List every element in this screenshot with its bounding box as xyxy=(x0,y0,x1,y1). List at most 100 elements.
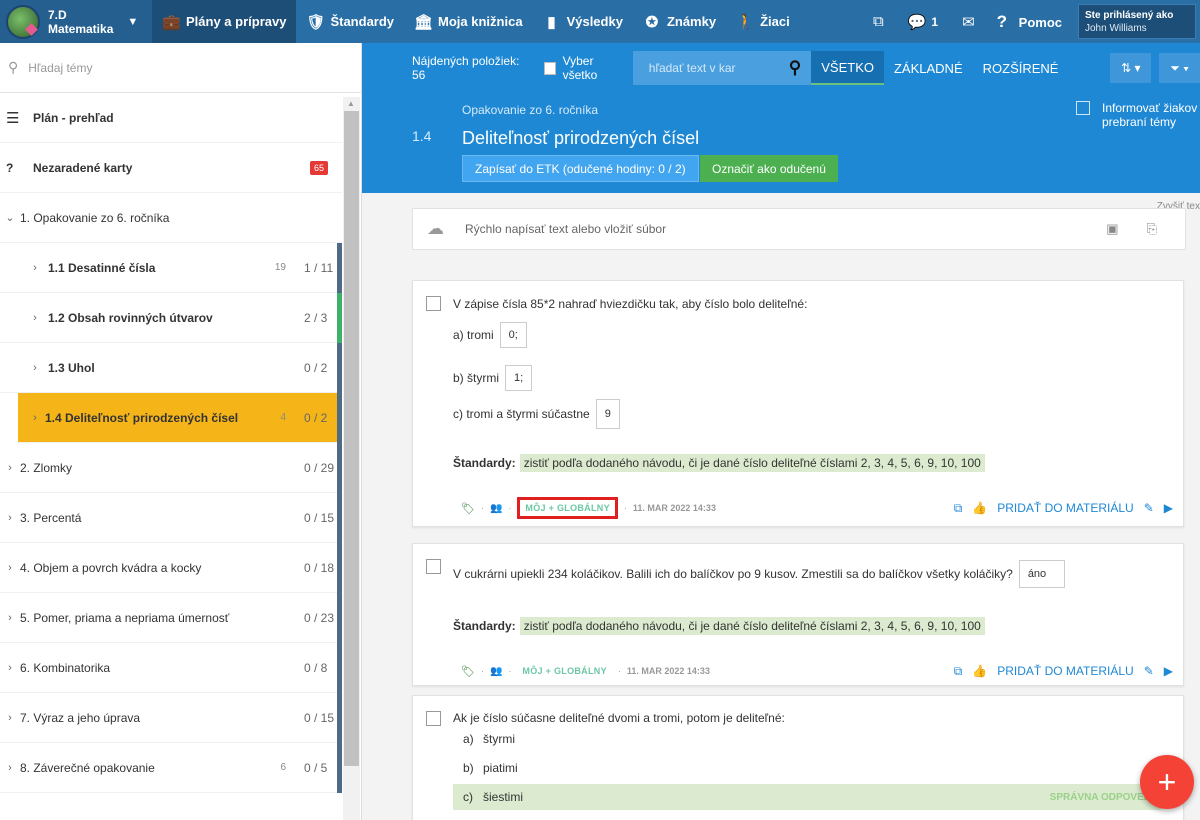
answer-field[interactable]: áno xyxy=(1018,560,1065,588)
cast-icon[interactable]: ⧉ xyxy=(954,501,963,516)
edit-icon[interactable]: ✎ xyxy=(1144,664,1154,678)
question-icon: ? xyxy=(6,160,14,175)
chevron-right-icon: › xyxy=(8,711,12,724)
standards-label: Štandardy: xyxy=(453,619,516,633)
card-search-input[interactable] xyxy=(648,61,789,75)
shield-icon: 🛡 xyxy=(306,13,326,31)
quick-input[interactable]: ☁ Rýchlo napísať text alebo vložiť súbor… xyxy=(412,208,1186,250)
cast-icon[interactable]: ⧉ xyxy=(954,664,963,679)
like-icon[interactable]: 👍 xyxy=(972,664,987,678)
play-icon[interactable]: ▶ xyxy=(1164,501,1173,515)
nav-right: ⧉ 💬 1 ✉ ? Pomoc Ste prihlásený ako John … xyxy=(861,0,1200,43)
add-to-material-button[interactable]: PRIDAŤ DO MATERIÁLU xyxy=(997,664,1133,678)
sidebar-chapter-7[interactable]: › 7. Výraz a jeho úprava 0 / 15 xyxy=(0,693,342,743)
sidebar-topic-1-2[interactable]: › 1.2 Obsah rovinných útvarov 2 / 3 xyxy=(0,293,342,343)
image-icon[interactable]: ▣ xyxy=(1106,221,1118,237)
card-checkbox[interactable] xyxy=(426,296,441,311)
help-button[interactable]: ? Pomoc xyxy=(987,12,1078,32)
answer-field[interactable]: 9 xyxy=(595,399,620,429)
edit-icon[interactable]: ✎ xyxy=(1144,501,1154,515)
sidebar-chapter-2[interactable]: › 2. Zlomky 0 / 29 xyxy=(0,443,342,493)
mark-taught-button[interactable]: Označiť ako odučenú xyxy=(700,155,838,182)
tab-all[interactable]: VŠETKO xyxy=(811,51,884,85)
sidebar-item-overview[interactable]: ☰ Plán - prehľad xyxy=(0,93,342,143)
option-row-correct[interactable]: c) šiestimi SPRÁVNA ODPOVEĎ xyxy=(453,784,1161,810)
card-date: 11. MAR 2022 14:33 xyxy=(626,666,710,676)
tab-extended[interactable]: ROZŠÍRENÉ xyxy=(973,51,1069,85)
nav-students[interactable]: 🚶 Žiaci xyxy=(726,0,800,43)
sidebar-topic-1-3[interactable]: › 1.3 Uhol 0 / 2 xyxy=(0,343,342,393)
sidebar-chapter-4[interactable]: › 4. Objem a povrch kvádra a kocky 0 / 1… xyxy=(0,543,342,593)
card-actions: ⧉ 👍 PRIDAŤ DO MATERIÁLU ✎ ▶ xyxy=(944,501,1173,516)
sidebar-list: ☰ Plán - prehľad ? Nezaradené karty 65 ⌄… xyxy=(0,93,342,793)
sidebar-item-label: Nezaradené karty xyxy=(33,160,133,175)
sidebar-chapter-8[interactable]: › 8. Záverečné opakovanie 6 0 / 5 xyxy=(0,743,342,793)
chapter-card-count: 6 xyxy=(280,762,286,773)
user-name: John Williams xyxy=(1085,23,1147,34)
card-checkbox[interactable] xyxy=(426,711,441,726)
chevron-right-icon: › xyxy=(33,311,37,324)
like-icon[interactable]: 👍 xyxy=(972,501,987,515)
messages-button[interactable]: 💬 1 xyxy=(896,13,950,31)
nav-grades[interactable]: ✪ Známky xyxy=(633,0,726,43)
checkbox-icon xyxy=(543,61,556,75)
sidebar-item-label: 1.2 Obsah rovinných útvarov xyxy=(48,310,213,325)
answer-field[interactable]: 1; xyxy=(505,365,533,391)
card-actions: ⧉ 👍 PRIDAŤ DO MATERIÁLU ✎ ▶ xyxy=(944,664,1173,679)
card-date: 11. MAR 2022 14:33 xyxy=(632,503,716,513)
class-name: 7.D xyxy=(48,7,67,22)
progress-bar xyxy=(337,493,342,543)
scroll-up-icon[interactable]: ▲ xyxy=(347,99,355,108)
progress-bar xyxy=(337,543,342,593)
sidebar-chapter-6[interactable]: › 6. Kombinatorika 0 / 8 xyxy=(0,643,342,693)
user-menu[interactable]: Ste prihlásený ako John Williams xyxy=(1078,4,1196,39)
tab-basic[interactable]: ZÁKLADNÉ xyxy=(884,51,973,85)
add-card-fab[interactable]: + xyxy=(1140,755,1194,809)
separator: · xyxy=(617,666,621,676)
sidebar-item-unsorted[interactable]: ? Nezaradené karty 65 xyxy=(0,143,342,193)
select-all-checkbox[interactable]: Vyber všetko xyxy=(543,54,623,82)
sidebar-topic-1-4[interactable]: › 1.4 Deliteľnosť prirodzených čísel 4 0… xyxy=(18,393,342,443)
sidebar-item-label: 5. Pomer, priama a nepriama úmernosť xyxy=(20,610,230,625)
sidebar-search[interactable]: ⚲ Hľadaj témy xyxy=(0,43,361,93)
filter-button[interactable]: ⏷ ▾ xyxy=(1159,53,1200,83)
attachment-icon[interactable]: ⎘ xyxy=(1147,221,1157,237)
tag-icon[interactable]: 🏷 xyxy=(461,502,475,515)
search-icon[interactable]: ⚲ xyxy=(789,58,801,78)
visibility-label[interactable]: MÔJ + GLOBÁLNY xyxy=(517,663,611,679)
nav-library[interactable]: 🏛 Moja knižnica xyxy=(404,0,533,43)
answer-field[interactable]: 0; xyxy=(499,322,527,348)
message-count: 1 xyxy=(931,14,939,29)
sidebar-chapter-1[interactable]: ⌄ 1. Opakovanie zo 6. ročníka xyxy=(0,193,342,243)
search-icon: ⚲ xyxy=(8,59,19,75)
mail-icon[interactable]: ✉ xyxy=(950,13,987,31)
add-to-material-button[interactable]: PRIDAŤ DO MATERIÁLU xyxy=(997,501,1133,515)
option-row[interactable]: a) štyrmi xyxy=(453,728,515,750)
progress-bar xyxy=(337,393,342,443)
tag-icon[interactable]: 🏷 xyxy=(461,665,475,678)
sidebar-scrollbar[interactable]: ▲ xyxy=(343,97,360,820)
grade-icon: ✪ xyxy=(645,13,659,31)
separator: · xyxy=(508,666,512,676)
sidebar-search-placeholder: Hľadaj témy xyxy=(28,60,93,75)
class-selector[interactable]: 7.D Matematika ▼ xyxy=(0,0,152,43)
sidebar-chapter-5[interactable]: › 5. Pomer, priama a nepriama úmernosť 0… xyxy=(0,593,342,643)
inform-students-checkbox[interactable]: Informovať žiakov prebraní témy xyxy=(1076,101,1197,129)
write-etk-button[interactable]: Zapísať do ETK (odučené hodiny: 0 / 2) xyxy=(462,155,699,182)
group-icon[interactable]: 👥 xyxy=(490,666,502,677)
nav-results[interactable]: ▮ Výsledky xyxy=(533,0,633,43)
correct-answer-label: SPRÁVNA ODPOVEĎ xyxy=(1049,792,1151,803)
scrollbar-thumb[interactable] xyxy=(344,111,359,766)
sort-button[interactable]: ⇅ ▾ xyxy=(1110,53,1152,83)
visibility-label[interactable]: MÔJ + GLOBÁLNY xyxy=(517,497,618,519)
progress-bar xyxy=(337,443,342,493)
nav-standards[interactable]: 🛡 Štandardy xyxy=(296,0,404,43)
card-checkbox[interactable] xyxy=(426,559,441,574)
sidebar-chapter-3[interactable]: › 3. Percentá 0 / 15 xyxy=(0,493,342,543)
cast-icon[interactable]: ⧉ xyxy=(861,13,896,30)
play-icon[interactable]: ▶ xyxy=(1164,664,1173,678)
nav-plans[interactable]: 💼 Plány a prípravy xyxy=(152,0,297,43)
group-icon[interactable]: 👥 xyxy=(490,503,502,514)
sidebar-topic-1-1[interactable]: › 1.1 Desatinné čísla 19 1 / 11 xyxy=(0,243,342,293)
option-row[interactable]: b) piatimi xyxy=(453,757,518,779)
